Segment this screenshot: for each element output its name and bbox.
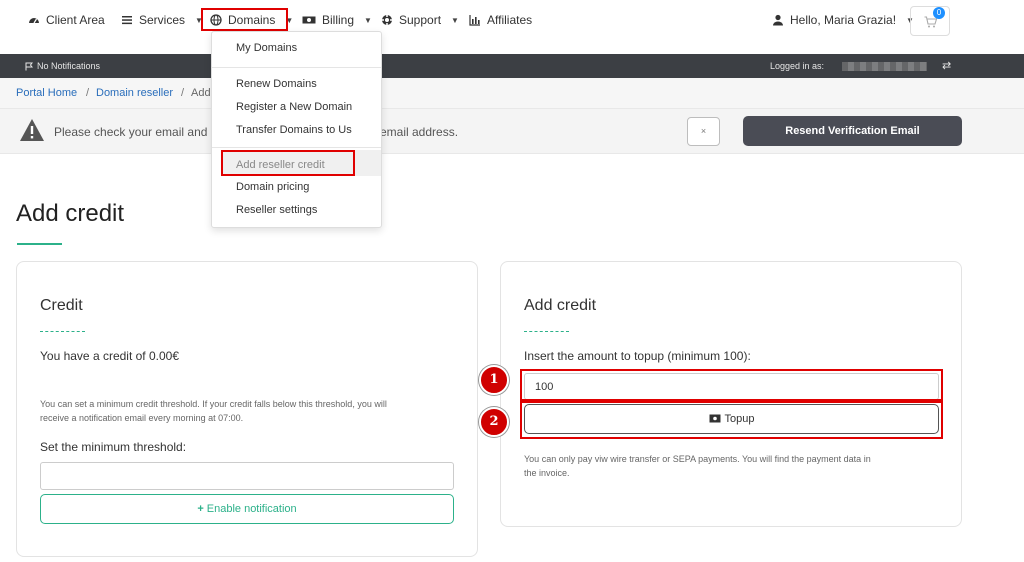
menu-transfer-domains[interactable]: Transfer Domains to Us — [236, 124, 352, 136]
threshold-info-line2: receive a notification email every morni… — [40, 413, 244, 423]
menu-domain-pricing[interactable]: Domain pricing — [236, 181, 309, 193]
nav-services[interactable]: Services ▼ — [121, 13, 203, 27]
amount-highlight-box — [520, 369, 943, 401]
threshold-info-line1: You can set a minimum credit threshold. … — [40, 399, 387, 409]
status-bar: No Notifications Logged in as: ⇄ — [0, 54, 1024, 78]
chevron-down-icon: ▼ — [364, 15, 372, 25]
menu-divider — [212, 67, 381, 68]
dismiss-alert-button[interactable]: × — [687, 117, 720, 146]
nav-client-area-label: Client Area — [46, 13, 105, 27]
breadcrumb-reseller[interactable]: Domain reseller — [96, 87, 173, 99]
step-2-badge: 2 — [479, 407, 509, 437]
enable-notification-button[interactable]: + Enable notification — [40, 494, 454, 524]
chevron-down-icon: ▼ — [451, 15, 459, 25]
enable-notification-label: Enable notification — [206, 503, 297, 515]
user-menu[interactable]: Hello, Maria Grazia! ▼ — [772, 13, 914, 27]
breadcrumb-separator: / — [181, 87, 185, 99]
user-greeting: Hello, Maria Grazia! — [790, 13, 897, 27]
list-icon — [122, 16, 132, 25]
lifebuoy-icon — [382, 15, 392, 25]
add-credit-card-title: Add credit — [524, 297, 597, 314]
breadcrumb-home[interactable]: Portal Home — [16, 87, 77, 99]
plus-icon: + — [197, 503, 204, 515]
add-credit-card-underline — [524, 331, 569, 332]
flag-icon — [25, 62, 33, 70]
page-title: Add credit — [16, 200, 125, 227]
bar-chart-icon — [469, 15, 480, 26]
nav-support[interactable]: Support ▼ — [381, 13, 459, 27]
payment-note-line1: You can only pay viw wire transfer or SE… — [524, 454, 871, 464]
nav-affiliates[interactable]: Affiliates — [469, 13, 532, 27]
nav-billing-label: Billing — [322, 13, 355, 27]
breadcrumb-separator: / — [86, 87, 90, 99]
threshold-input[interactable] — [40, 462, 454, 490]
notifications-label: No Notifications — [37, 61, 101, 71]
credit-balance: You have a credit of 0.00€ — [40, 349, 179, 363]
credit-card-title: Credit — [40, 297, 83, 314]
user-icon — [773, 14, 783, 26]
nav-client-area[interactable]: Client Area — [28, 13, 105, 27]
warning-icon — [20, 119, 44, 141]
alert-text-start: Please check your email and — [54, 125, 208, 139]
step-1-badge: 1 — [479, 365, 509, 395]
breadcrumb: Portal Home / Domain reseller / Add — [0, 78, 1024, 108]
alert-text-end: email address. — [380, 125, 459, 139]
topup-highlight-box — [520, 401, 943, 439]
add-credit-highlight-box — [221, 150, 355, 176]
credit-card-underline — [40, 331, 85, 332]
menu-reseller-settings[interactable]: Reseller settings — [236, 204, 317, 216]
title-underline — [17, 243, 62, 245]
nav-services-label: Services — [139, 13, 186, 27]
threshold-label: Set the minimum threshold: — [40, 440, 187, 454]
payment-note-line2: the invoice. — [524, 468, 570, 478]
breadcrumb-current: Add — [191, 87, 211, 99]
menu-renew-domains[interactable]: Renew Domains — [236, 78, 317, 90]
top-nav: Client Area Services ▼ Domains ▼ Billing… — [0, 0, 1024, 40]
menu-divider — [212, 147, 381, 148]
swap-account-icon[interactable]: ⇄ — [942, 59, 951, 72]
notifications-link[interactable]: No Notifications — [25, 61, 100, 71]
nav-support-label: Support — [399, 13, 442, 27]
domains-highlight-box — [201, 8, 288, 31]
redacted-account-name — [842, 62, 927, 71]
resend-verification-button[interactable]: Resend Verification Email — [743, 116, 962, 146]
menu-register-domain[interactable]: Register a New Domain — [236, 101, 352, 113]
cart-count-badge: 0 — [933, 7, 945, 19]
amount-label: Insert the amount to topup (minimum 100)… — [524, 349, 751, 363]
nav-affiliates-label: Affiliates — [487, 13, 533, 27]
domains-dropdown: My Domains Renew Domains Register a New … — [211, 31, 382, 228]
logged-in-label: Logged in as: — [770, 61, 825, 71]
money-icon — [302, 16, 316, 24]
dashboard-icon — [29, 18, 39, 24]
nav-billing[interactable]: Billing ▼ — [302, 13, 372, 27]
menu-my-domains[interactable]: My Domains — [236, 42, 297, 54]
